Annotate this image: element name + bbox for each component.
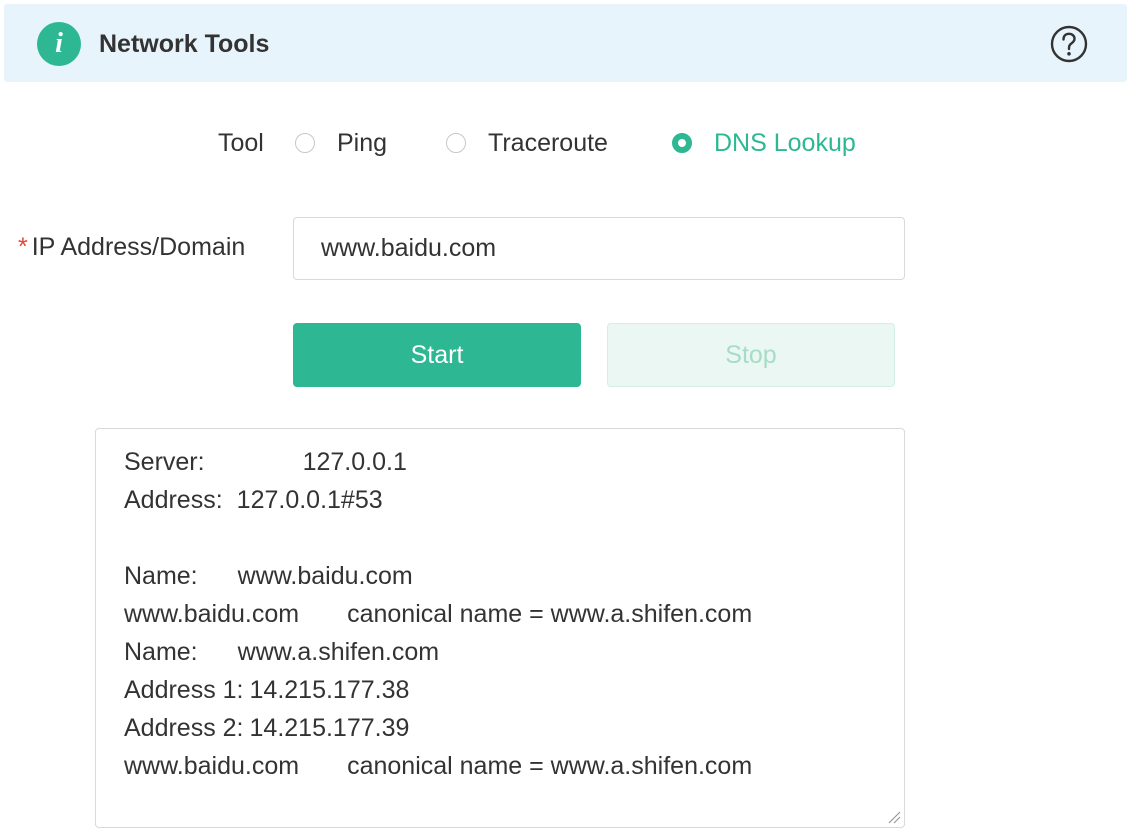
output-key: Server: — [124, 448, 205, 476]
tool-selector: Tool Ping Traceroute DNS Lookup — [0, 125, 1127, 161]
output-value: 127.0.0.1#53 — [236, 486, 383, 514]
output-value: 14.215.177.39 — [249, 714, 410, 742]
radio-label-dns-lookup: DNS Lookup — [714, 129, 856, 157]
output-line: Name: www.a.shifen.com — [124, 633, 904, 671]
output-value: canonical name = www.a.shifen.com — [347, 752, 753, 780]
output-key: www.baidu.com — [124, 752, 300, 780]
help-circle-icon[interactable] — [1049, 24, 1089, 64]
radio-dns-lookup[interactable] — [672, 133, 692, 153]
info-icon: i — [37, 22, 81, 66]
output-value: www.a.shifen.com — [237, 638, 440, 666]
output-key: Address 2: — [124, 714, 244, 742]
output-line: Address 1: 14.215.177.38 — [124, 671, 904, 709]
output-line: Name: www.baidu.com — [124, 557, 904, 595]
output-textarea[interactable]: Server: 127.0.0.1 Address: 127.0.0.1#53 Na… — [95, 428, 905, 828]
output-line: Address: 127.0.0.1#53 — [124, 481, 904, 519]
required-mark: * — [18, 233, 28, 261]
radio-label-ping: Ping — [337, 129, 388, 157]
radio-label-traceroute: Traceroute — [488, 129, 608, 157]
output-value: 14.215.177.38 — [249, 676, 410, 704]
address-field-label: * IP Address/Domain — [18, 232, 245, 262]
output-value: 127.0.0.1 — [302, 448, 407, 476]
output-line: Server: 127.0.0.1 — [124, 443, 904, 481]
address-input[interactable] — [293, 217, 905, 280]
page-header: i Network Tools — [4, 4, 1127, 82]
output-key: Address 1: — [124, 676, 244, 704]
output-key: Address: — [124, 486, 223, 514]
start-button[interactable]: Start — [293, 323, 581, 387]
stop-button[interactable]: Stop — [607, 323, 895, 387]
output-value: canonical name = www.a.shifen.com — [347, 600, 753, 628]
tool-label: Tool — [218, 129, 264, 157]
resize-grip-icon[interactable] — [887, 810, 901, 824]
address-label-text: IP Address/Domain — [31, 233, 246, 261]
output-line: Address 2: 14.215.177.39 — [124, 709, 904, 747]
output-key: Name: — [124, 562, 198, 590]
output-key: www.baidu.com — [124, 600, 300, 628]
output-value: www.baidu.com — [237, 562, 413, 590]
page-title: Network Tools — [99, 30, 270, 58]
radio-traceroute[interactable] — [446, 133, 466, 153]
radio-ping[interactable] — [295, 133, 315, 153]
output-key: Name: — [124, 638, 198, 666]
output-line: www.baidu.com canonical name = www.a.shif… — [124, 747, 904, 785]
output-line: www.baidu.com canonical name = www.a.shif… — [124, 595, 904, 633]
